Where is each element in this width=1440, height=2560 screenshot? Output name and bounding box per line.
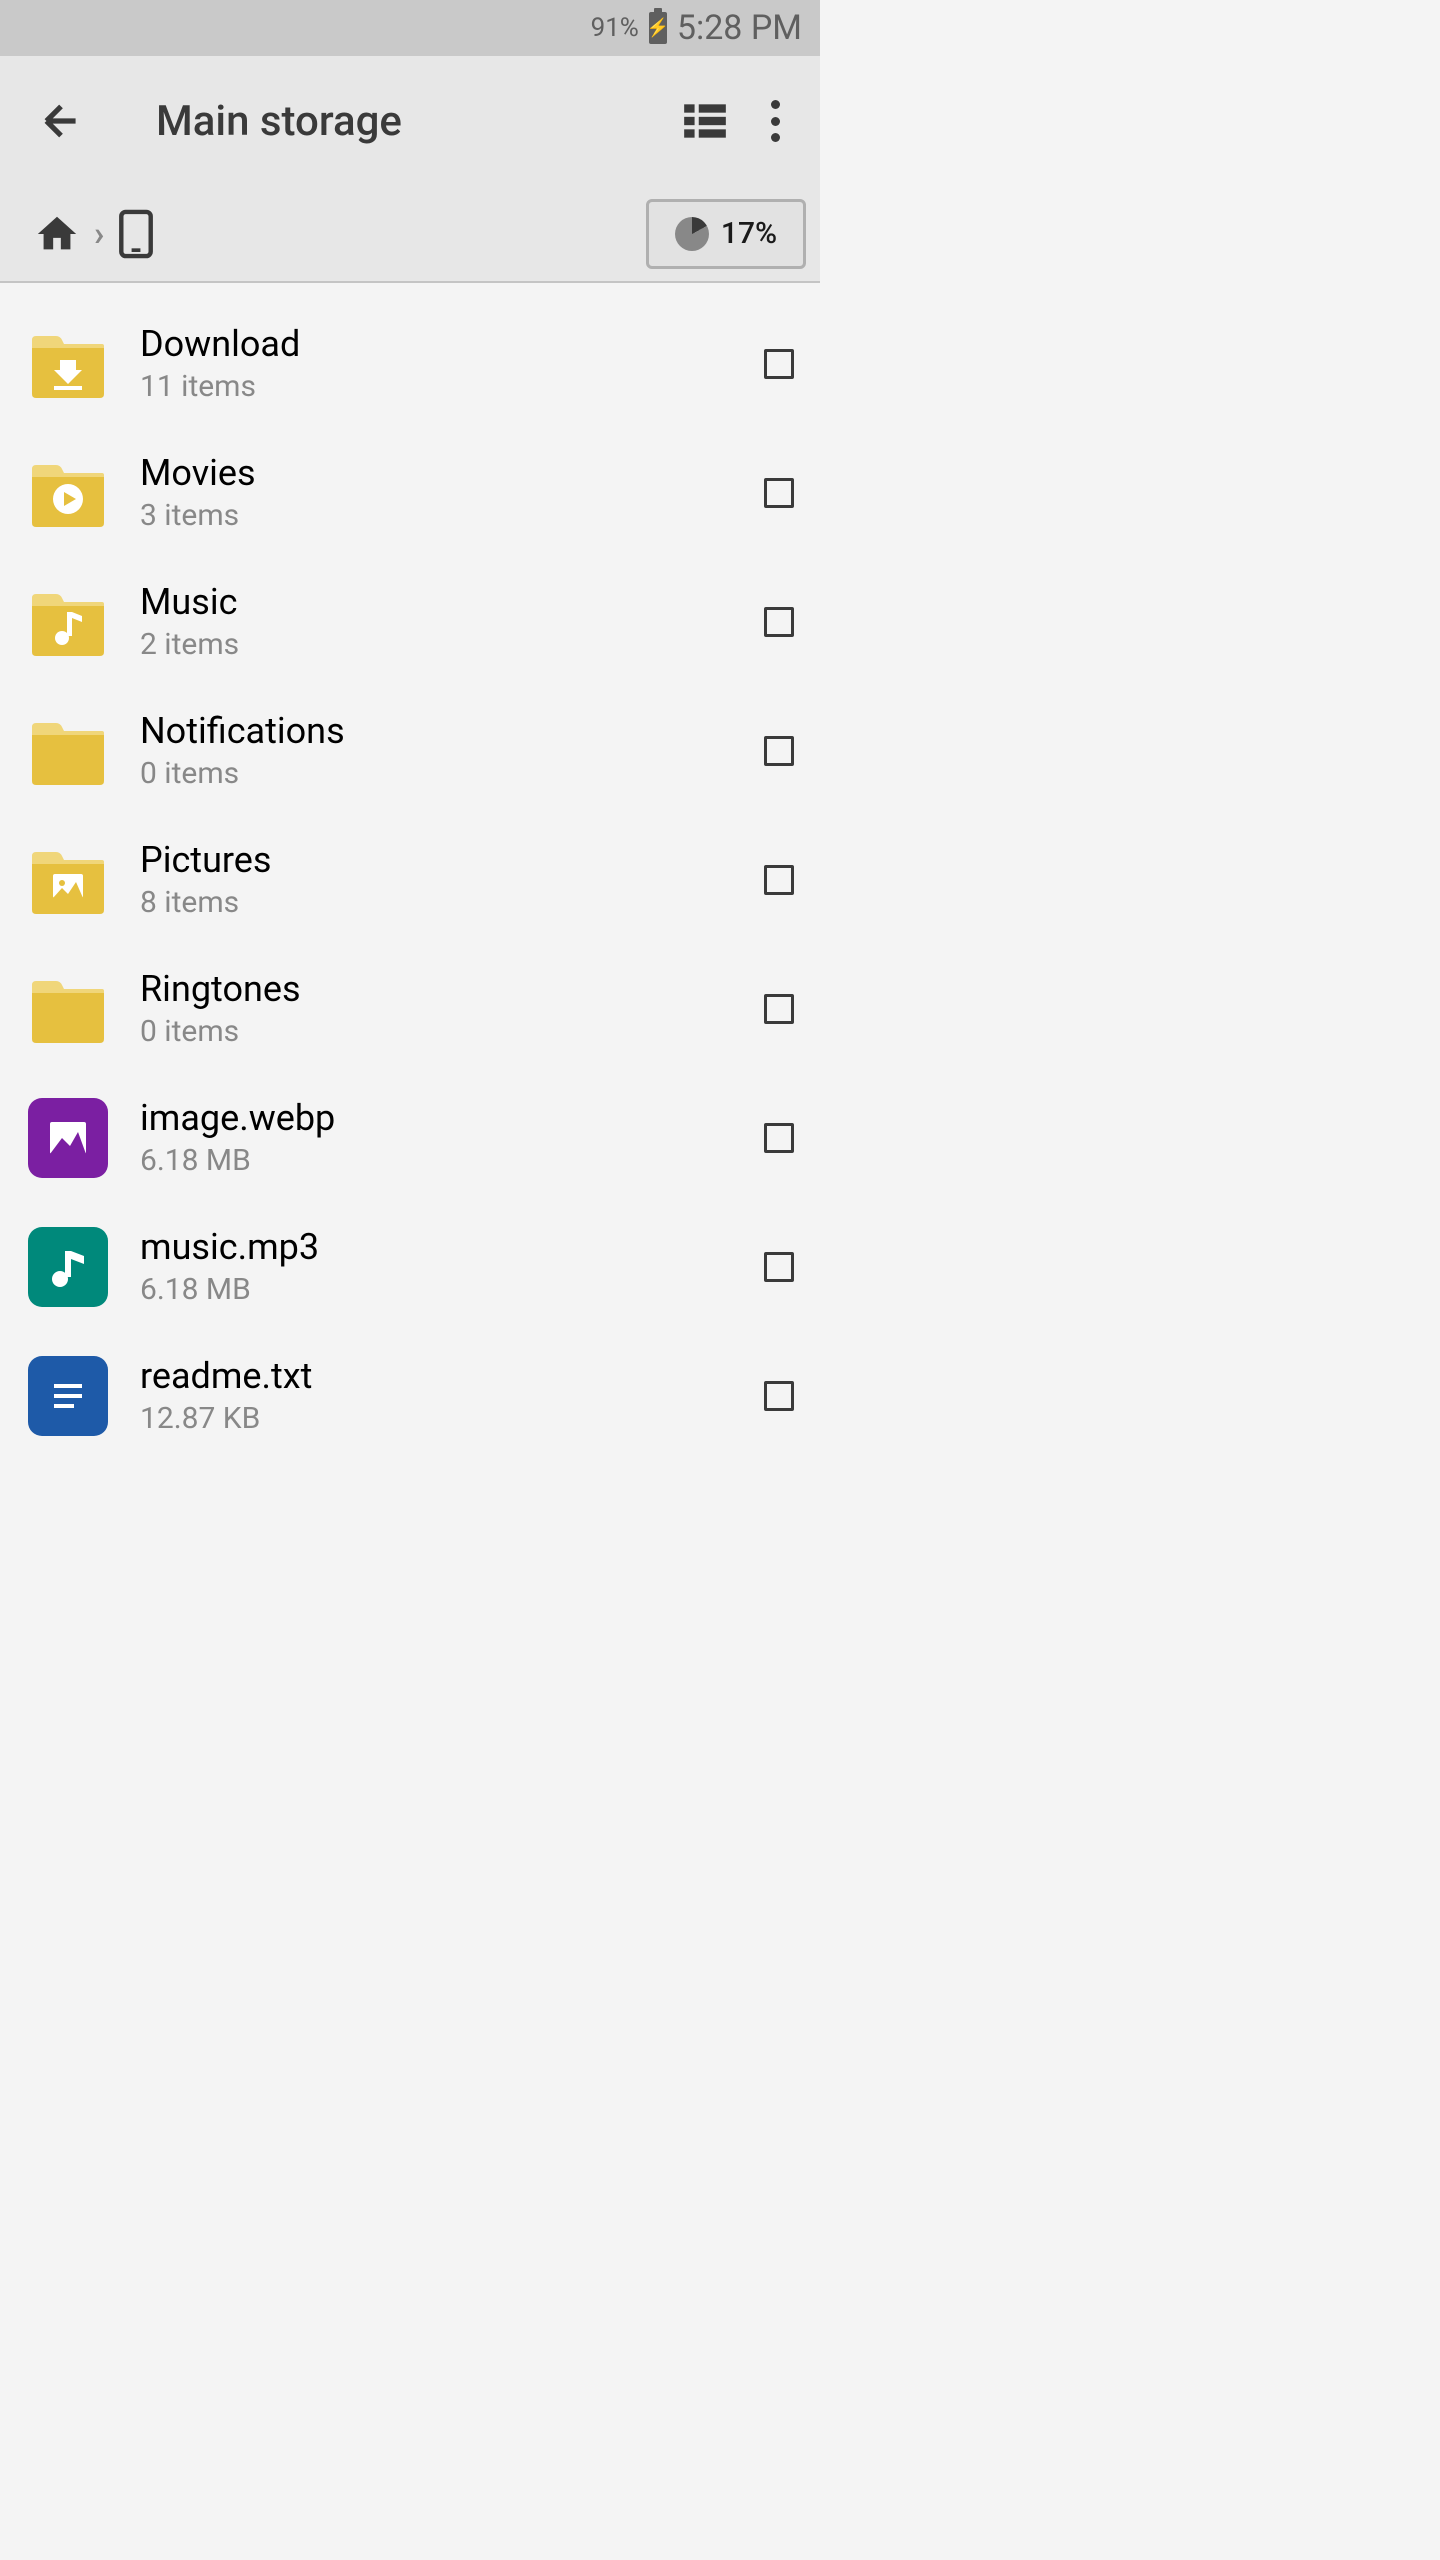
file-name: Ringtones — [140, 968, 764, 1010]
status-bar: 91% ⚡ 5:28 PM — [0, 0, 820, 56]
file-name: music.mp3 — [140, 1226, 764, 1268]
device-icon[interactable] — [118, 209, 154, 259]
file-icon — [28, 1227, 108, 1307]
file-meta: 8 items — [140, 885, 764, 920]
checkbox[interactable] — [764, 994, 794, 1024]
view-toggle-button[interactable] — [680, 96, 730, 146]
file-name: Notifications — [140, 710, 764, 752]
checkbox[interactable] — [764, 865, 794, 895]
folder-icon — [28, 328, 108, 400]
file-name: readme.txt — [140, 1355, 764, 1397]
list-item[interactable]: Notifications 0 items — [0, 686, 820, 815]
checkbox[interactable] — [764, 1123, 794, 1153]
file-info: Notifications 0 items — [140, 710, 764, 791]
storage-percent: 17% — [721, 216, 777, 251]
list-item[interactable]: music.mp3 6.18 MB — [0, 1202, 820, 1331]
file-meta: 11 items — [140, 369, 764, 404]
file-list: Download 11 items Movies 3 items Music 2… — [0, 283, 820, 1460]
back-button[interactable] — [36, 96, 86, 146]
checkbox[interactable] — [764, 1252, 794, 1282]
file-meta: 12.87 KB — [140, 1401, 764, 1436]
file-info: music.mp3 6.18 MB — [140, 1226, 764, 1307]
checkbox[interactable] — [764, 607, 794, 637]
file-name: Download — [140, 323, 764, 365]
list-item[interactable]: Download 11 items — [0, 299, 820, 428]
list-item[interactable]: readme.txt 12.87 KB — [0, 1331, 820, 1460]
chevron-icon: › — [94, 214, 104, 254]
page-title: Main storage — [156, 97, 680, 146]
file-info: Download 11 items — [140, 323, 764, 404]
folder-icon — [28, 715, 108, 787]
folder-icon — [28, 586, 108, 658]
home-icon[interactable] — [34, 211, 80, 257]
toolbar: Main storage — [0, 56, 820, 186]
checkbox[interactable] — [764, 1381, 794, 1411]
battery-percent: 91% — [591, 13, 639, 43]
file-meta: 3 items — [140, 498, 764, 533]
storage-pie-icon — [675, 217, 709, 251]
folder-icon — [28, 844, 108, 916]
checkbox[interactable] — [764, 478, 794, 508]
file-name: Movies — [140, 452, 764, 494]
folder-icon — [28, 457, 108, 529]
file-info: readme.txt 12.87 KB — [140, 1355, 764, 1436]
battery-icon: ⚡ — [649, 12, 667, 44]
file-meta: 2 items — [140, 627, 764, 662]
time-text: 5:28 PM — [677, 8, 802, 48]
storage-badge[interactable]: 17% — [646, 199, 806, 269]
checkbox[interactable] — [764, 349, 794, 379]
file-meta: 6.18 MB — [140, 1143, 764, 1178]
file-info: image.webp 6.18 MB — [140, 1097, 764, 1178]
more-menu-button[interactable] — [770, 100, 780, 142]
folder-icon — [28, 973, 108, 1045]
file-name: image.webp — [140, 1097, 764, 1139]
file-name: Music — [140, 581, 764, 623]
list-item[interactable]: image.webp 6.18 MB — [0, 1073, 820, 1202]
file-meta: 0 items — [140, 756, 764, 791]
list-item[interactable]: Music 2 items — [0, 557, 820, 686]
file-info: Pictures 8 items — [140, 839, 764, 920]
file-meta: 6.18 MB — [140, 1272, 764, 1307]
file-name: Pictures — [140, 839, 764, 881]
file-info: Ringtones 0 items — [140, 968, 764, 1049]
checkbox[interactable] — [764, 736, 794, 766]
breadcrumb-bar: › 17% — [0, 186, 820, 283]
file-meta: 0 items — [140, 1014, 764, 1049]
file-icon — [28, 1098, 108, 1178]
list-item[interactable]: Pictures 8 items — [0, 815, 820, 944]
file-info: Movies 3 items — [140, 452, 764, 533]
list-item[interactable]: Movies 3 items — [0, 428, 820, 557]
file-icon — [28, 1356, 108, 1436]
list-item[interactable]: Ringtones 0 items — [0, 944, 820, 1073]
file-info: Music 2 items — [140, 581, 764, 662]
